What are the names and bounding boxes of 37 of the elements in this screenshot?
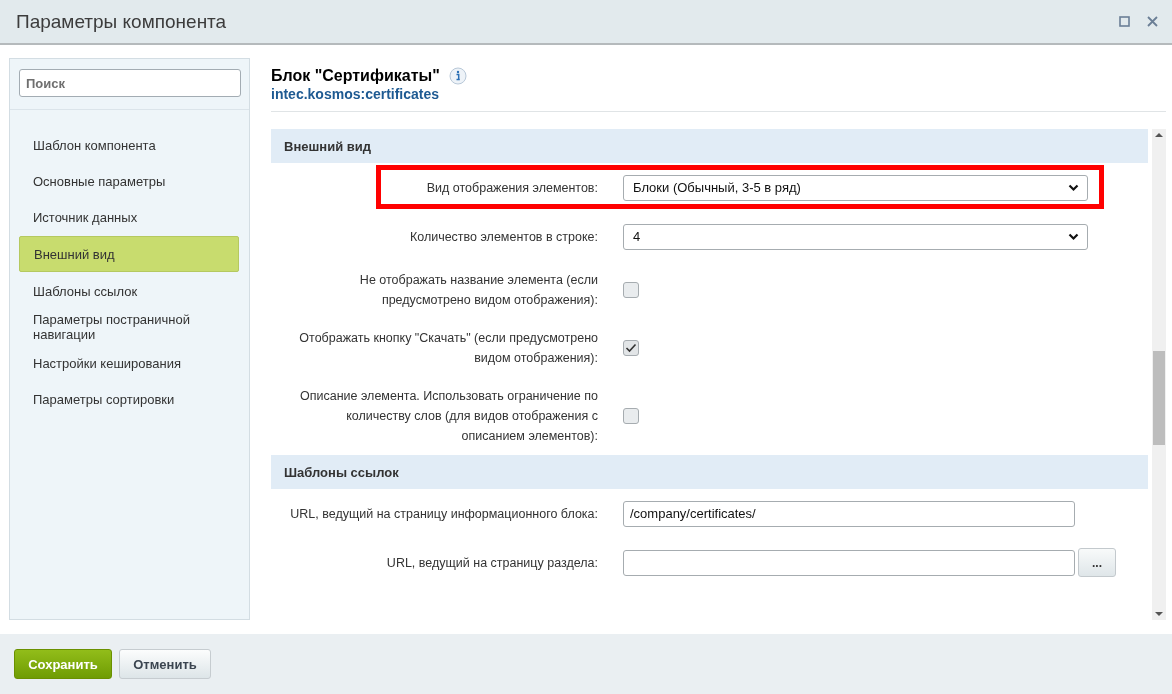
chevron-down-icon: [1068, 183, 1079, 192]
browse-button[interactable]: ...: [1078, 548, 1116, 577]
sidebar-item[interactable]: Настройки кеширования: [19, 346, 239, 380]
component-code: intec.kosmos:certificates: [271, 86, 441, 102]
dropdown-select[interactable]: Блоки (Обычный, 3-5 в ряд): [623, 174, 1088, 201]
field-label: URL, ведущий на страницу раздела:: [385, 554, 598, 572]
field-label: Описание элемента. Использовать ограничение по количеству слов (для видов отображения с описанием элементов):: [299, 388, 598, 445]
scrollbar-track[interactable]: [1152, 129, 1166, 620]
sidebar-item[interactable]: Шаблоны ссылок: [19, 274, 239, 308]
cancel-button[interactable]: Отменить: [119, 649, 211, 679]
checkbox[interactable]: [623, 282, 639, 298]
section-header: Внешний вид: [271, 129, 1148, 163]
checkbox[interactable]: [623, 408, 639, 424]
maximize-icon[interactable]: [1119, 16, 1130, 27]
sidebar-item[interactable]: Параметры сортировки: [19, 382, 239, 416]
scrollbar-thumb[interactable]: [1153, 351, 1165, 445]
sidebar-item[interactable]: Источник данных: [19, 200, 239, 234]
close-icon[interactable]: [1147, 16, 1158, 27]
field-label: Не отображать название элемента (если предусмотрено видом отображения):: [358, 272, 598, 309]
section-header: Шаблоны ссылок: [271, 455, 1148, 489]
field-label: URL, ведущий на страницу информационного блока:: [289, 505, 598, 523]
sidebar-item[interactable]: Основные параметры: [19, 164, 239, 198]
window-title: Параметры компонента: [16, 10, 227, 33]
dropdown-select[interactable]: 4: [623, 223, 1088, 250]
field-label: Вид отображения элементов:: [425, 179, 598, 197]
sidebar-item[interactable]: Шаблон компонента: [19, 128, 239, 162]
sidebar-item[interactable]: Параметры постраничной навигации: [19, 310, 239, 344]
field-label: Количество элементов в строке:: [408, 228, 598, 246]
search-field[interactable]: Поиск: [19, 69, 241, 97]
field-label: Отображать кнопку "Скачать" (если предусмотрено видом отображения):: [298, 330, 598, 367]
chevron-down-icon: [1068, 232, 1079, 241]
checkbox[interactable]: [623, 340, 639, 356]
text-field[interactable]: /company/certificates/: [623, 500, 1075, 527]
text-field[interactable]: [623, 549, 1075, 576]
component-title: Блок "Сертификаты": [271, 67, 440, 85]
info-icon[interactable]: [448, 67, 467, 85]
sidebar-item[interactable]: Внешний вид: [19, 236, 239, 272]
